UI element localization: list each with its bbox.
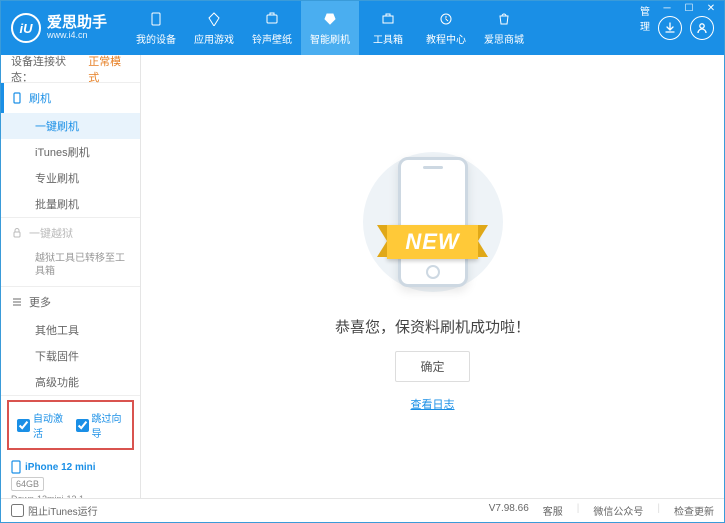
checkbox-skip[interactable]: 跳过向导 — [76, 410, 125, 440]
nav-4[interactable]: 工具箱 — [359, 1, 417, 55]
app-name: 爱思助手 — [47, 15, 107, 32]
nav-5[interactable]: 教程中心 — [417, 1, 475, 55]
jailbreak-note: 越狱工具已转移至工具箱 — [1, 248, 140, 286]
footer: 阻止iTunes运行 V7.98.66 客服 | 微信公众号 | 检查更新 — [1, 498, 724, 522]
device-icon — [11, 460, 21, 474]
status-bar: 设备连接状态： 正常模式 — [1, 55, 140, 83]
maximize-icon[interactable]: ☐ — [682, 3, 696, 33]
device-storage: 64GB — [11, 477, 44, 491]
status-value: 正常模式 — [88, 55, 130, 85]
device-info[interactable]: iPhone 12 mini 64GB Down-12mini-13,1 — [1, 454, 140, 498]
menu-icon — [11, 296, 23, 308]
sidebar-item-more-0[interactable]: 其他工具 — [1, 317, 140, 343]
phone-icon — [11, 92, 23, 104]
sidebar-head-flash[interactable]: 刷机 — [1, 83, 140, 113]
close-icon[interactable]: ✕ — [704, 3, 718, 33]
device-sub: Down-12mini-13,1 — [11, 494, 130, 498]
window-controls: 管 理 ─ ☐ ✕ — [638, 3, 718, 33]
sidebar-item-flash-3[interactable]: 批量刷机 — [1, 191, 140, 217]
lock-icon — [11, 227, 23, 239]
checkbox-auto[interactable]: 自动激活 — [17, 410, 66, 440]
manage-link[interactable]: 管 理 — [638, 3, 652, 33]
checkbox-row: 自动激活 跳过向导 — [7, 400, 134, 450]
success-message: 恭喜您，保资料刷机成功啦！ — [335, 316, 530, 337]
sidebar-item-flash-1[interactable]: iTunes刷机 — [1, 139, 140, 165]
nav-2[interactable]: 铃声壁纸 — [243, 1, 301, 55]
sidebar-item-more-2[interactable]: 高级功能 — [1, 369, 140, 395]
nav: 我的设备应用游戏铃声壁纸智能刷机工具箱教程中心爱思商城 — [127, 1, 533, 55]
footer-link-wechat[interactable]: 微信公众号 — [593, 503, 643, 518]
version: V7.98.66 — [489, 503, 529, 518]
confirm-button[interactable]: 确定 — [395, 351, 469, 382]
view-log-link[interactable]: 查看日志 — [411, 396, 455, 412]
new-ribbon: NEW — [387, 225, 477, 259]
minimize-icon[interactable]: ─ — [660, 3, 674, 33]
nav-3[interactable]: 智能刷机 — [301, 1, 359, 55]
logo[interactable]: iU 爱思助手 www.i4.cn — [11, 13, 107, 43]
sidebar-item-flash-0[interactable]: 一键刷机 — [1, 113, 140, 139]
nav-6[interactable]: 爱思商城 — [475, 1, 533, 55]
sidebar: 设备连接状态： 正常模式 刷机 一键刷机iTunes刷机专业刷机批量刷机 一键越… — [1, 55, 141, 498]
status-label: 设备连接状态： — [11, 55, 84, 85]
header: iU 爱思助手 www.i4.cn 我的设备应用游戏铃声壁纸智能刷机工具箱教程中… — [1, 1, 724, 55]
nav-1[interactable]: 应用游戏 — [185, 1, 243, 55]
sidebar-head-more[interactable]: 更多 — [1, 287, 140, 317]
sidebar-item-flash-2[interactable]: 专业刷机 — [1, 165, 140, 191]
nav-0[interactable]: 我的设备 — [127, 1, 185, 55]
footer-link-support[interactable]: 客服 — [543, 503, 563, 518]
main-content: NEW 恭喜您，保资料刷机成功啦！ 确定 查看日志 — [141, 55, 724, 498]
app-url: www.i4.cn — [47, 31, 107, 41]
sidebar-head-jailbreak[interactable]: 一键越狱 — [1, 218, 140, 248]
logo-icon: iU — [11, 13, 41, 43]
footer-link-update[interactable]: 检查更新 — [674, 503, 714, 518]
sidebar-item-more-1[interactable]: 下载固件 — [1, 343, 140, 369]
block-itunes-checkbox[interactable]: 阻止iTunes运行 — [11, 503, 98, 518]
success-illustration: NEW — [343, 142, 523, 302]
